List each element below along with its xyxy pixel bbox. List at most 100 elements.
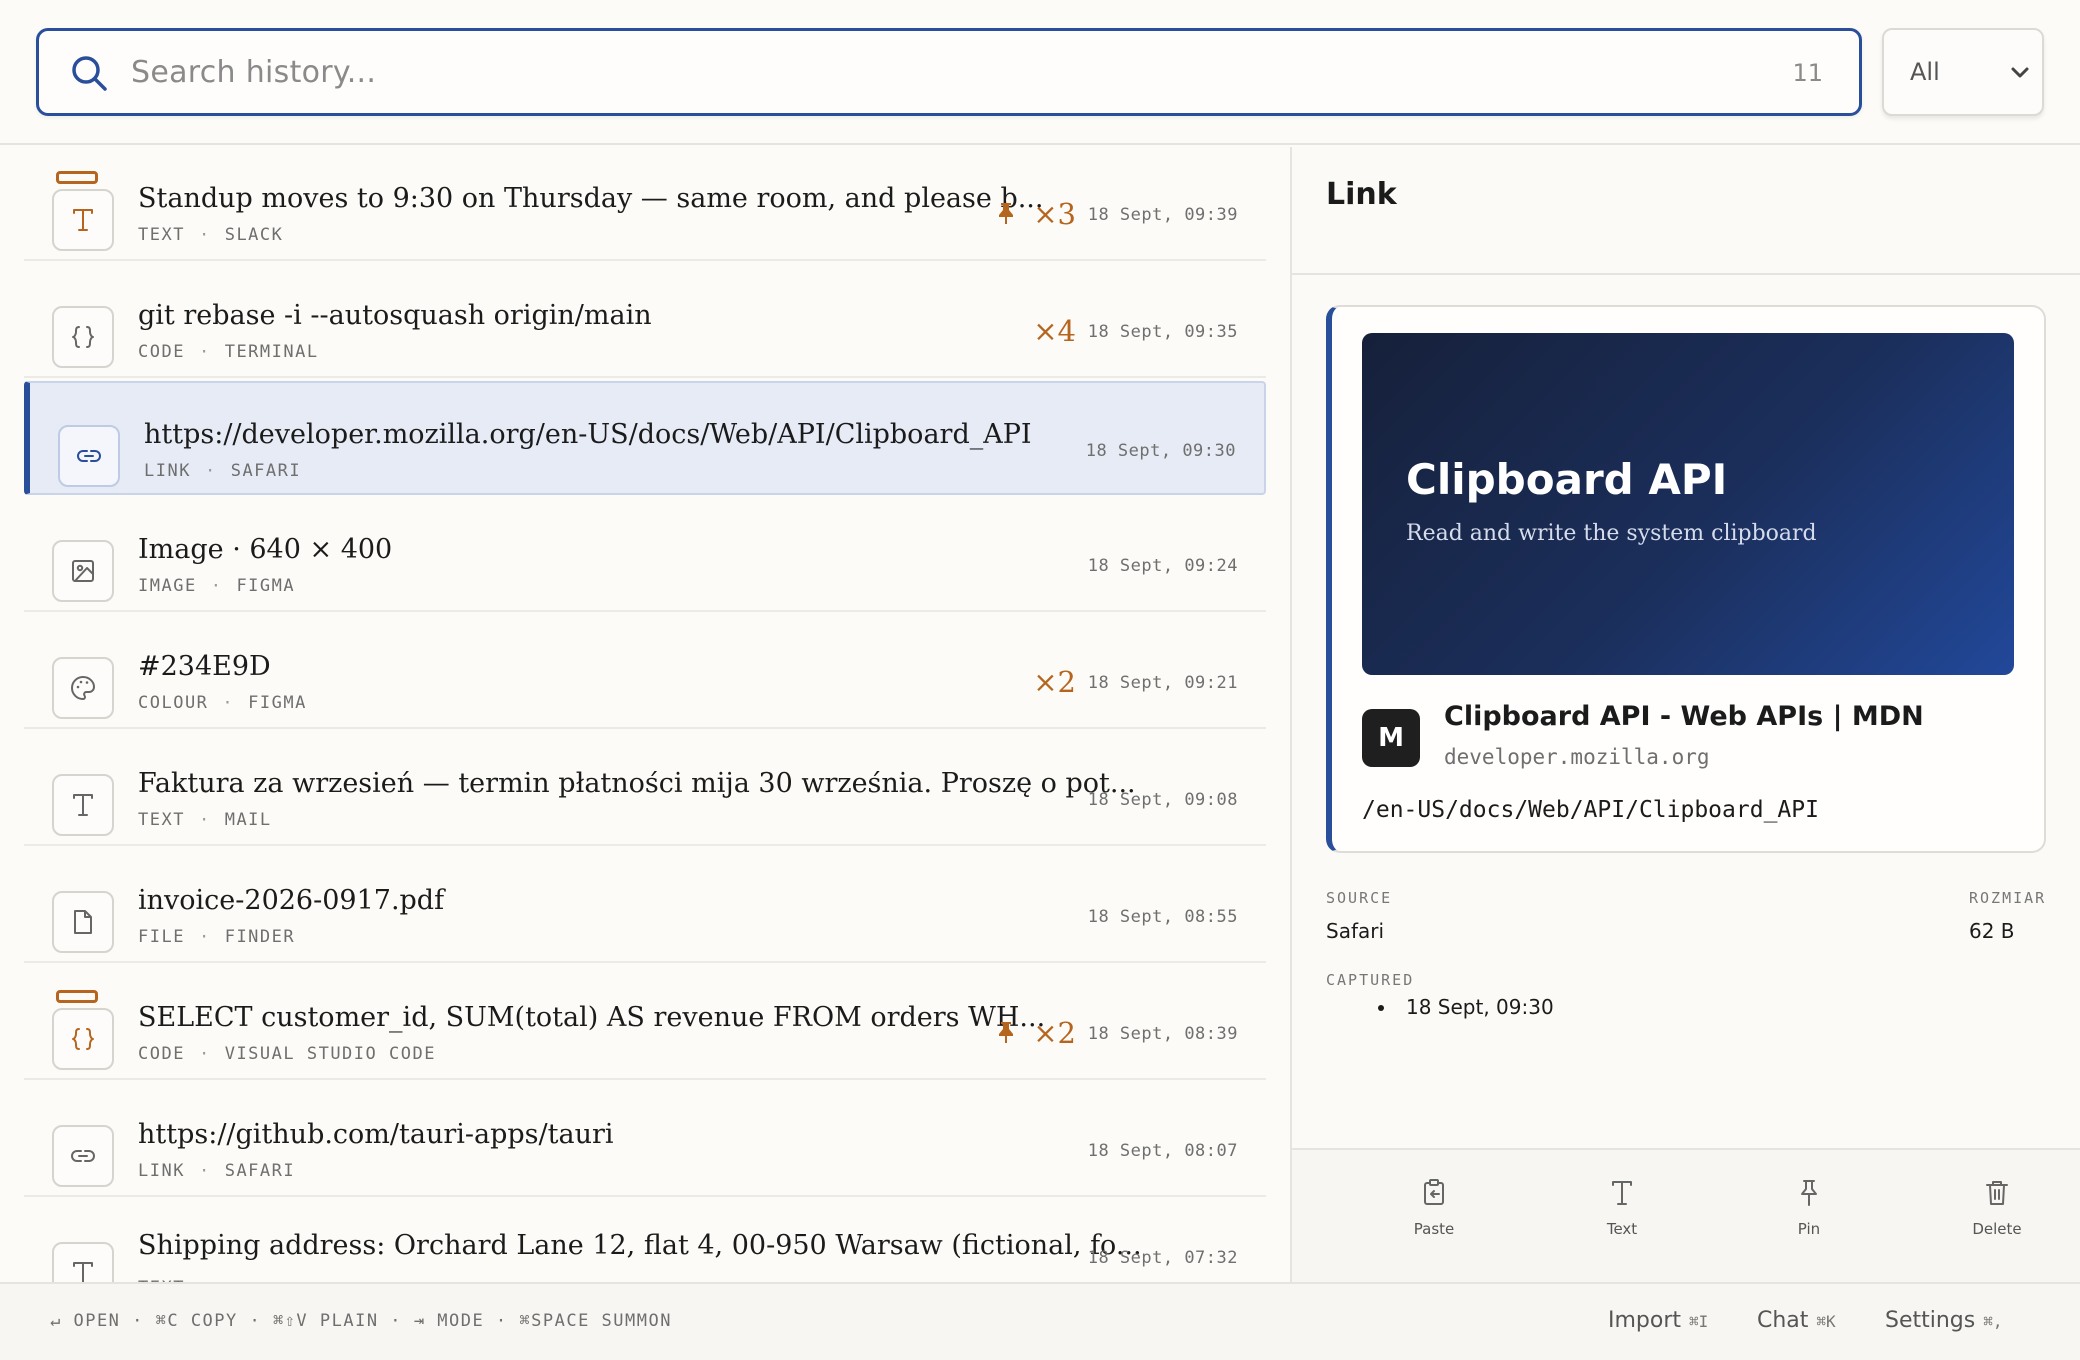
chat-button[interactable]: Chat ⌘K [1757, 1308, 1836, 1333]
pin-icon [999, 1022, 1013, 1043]
delete-button[interactable]: Delete [1937, 1178, 2057, 1258]
size-label: ROZMIAR [1969, 889, 2047, 907]
copy-count-badge: ×2 [1033, 665, 1076, 699]
item-timestamp: 18 Sept, 09:21 [1087, 673, 1238, 693]
item-meta: IMAGE · FIGMA [138, 576, 295, 596]
item-title: SELECT customer_id, SUM(total) AS revenu… [138, 1002, 1046, 1033]
history-list: Standup moves to 9:30 on Thursday — same… [0, 147, 1290, 1282]
link-icon [58, 425, 120, 487]
favicon-icon: M [1362, 709, 1420, 767]
image-icon [52, 540, 114, 602]
item-title: https://github.com/tauri-apps/tauri [138, 1119, 614, 1150]
item-timestamp: 18 Sept, 08:07 [1087, 1141, 1238, 1161]
delete-label: Delete [1972, 1220, 2022, 1238]
type-filter-select[interactable]: All [1882, 28, 2044, 116]
item-timestamp: 18 Sept, 09:08 [1087, 790, 1238, 810]
copy-count-badge: ×3 [1033, 197, 1076, 231]
item-source: SAFARI [230, 461, 302, 481]
pinned-marker [56, 990, 98, 1003]
item-title: #234E9D [138, 651, 271, 682]
settings-button[interactable]: Settings ⌘, [1885, 1308, 2003, 1333]
chat-label: Chat [1757, 1308, 1809, 1333]
item-source: SLACK [224, 225, 284, 245]
item-timestamp: 18 Sept, 08:55 [1087, 907, 1238, 927]
as-text-button[interactable]: Text [1562, 1178, 1682, 1258]
history-item[interactable]: invoice-2026-0917.pdf FILE · FINDER 18 Sept,… [24, 849, 1266, 963]
text-label: Text [1606, 1220, 1638, 1238]
item-source: VISUAL STUDIO CODE [224, 1044, 436, 1064]
paste-icon [1424, 1179, 1444, 1205]
history-item[interactable]: Faktura za wrzesień — termin płatności m… [24, 732, 1266, 846]
history-item[interactable]: https://github.com/tauri-apps/tauri LINK ·… [24, 1083, 1266, 1197]
link-preview-card[interactable]: Clipboard API Read and write the system … [1326, 305, 2046, 853]
site-domain: developer.mozilla.org [1444, 745, 1710, 769]
search-box[interactable]: Search history... 11 [36, 28, 1862, 116]
item-timestamp: 18 Sept, 09:30 [1085, 441, 1236, 461]
palette-icon [52, 657, 114, 719]
top-bar: Search history... 11 All [0, 0, 2080, 145]
source-label: SOURCE [1326, 889, 1393, 907]
item-meta: FILE · FINDER [138, 927, 295, 947]
item-meta: COLOUR · FIGMA [138, 693, 307, 713]
history-item[interactable]: Image · 640 × 400 IMAGE · FIGMA 18 Sept, 09:… [24, 498, 1266, 612]
paste-button[interactable]: Paste [1374, 1178, 1494, 1258]
filter-value: All [1910, 58, 1940, 86]
settings-label: Settings [1885, 1308, 1976, 1333]
item-meta: CODE · VISUAL STUDIO CODE [138, 1044, 436, 1064]
history-item[interactable]: #234E9D COLOUR · FIGMA ×2 18 Sept, 09:21 [24, 615, 1266, 729]
pin-icon [1801, 1180, 1817, 1206]
item-title: https://developer.mozilla.org/en-US/docs… [144, 419, 1032, 450]
item-type: TEXT [138, 810, 185, 830]
item-source: TERMINAL [224, 342, 319, 362]
search-icon [72, 56, 107, 91]
item-timestamp: 18 Sept, 09:39 [1087, 205, 1238, 225]
file-icon [52, 891, 114, 953]
item-title: Standup moves to 9:30 on Thursday — same… [138, 183, 1044, 214]
pin-icon [999, 203, 1013, 224]
site-title: Clipboard API - Web APIs | MDN [1444, 701, 1924, 732]
item-title: Shipping address: Orchard Lane 12, flat … [138, 1230, 1142, 1261]
meta-separator: · [198, 225, 211, 245]
captured-value: 18 Sept, 09:30 [1378, 995, 1554, 1019]
item-type: COLOUR [138, 693, 209, 713]
action-bar: Paste Text Pin Delete [1292, 1148, 2080, 1282]
meta-separator: · [198, 1161, 211, 1181]
history-item[interactable]: SELECT customer_id, SUM(total) AS revenu… [24, 966, 1266, 1080]
meta-separator: · [210, 576, 223, 596]
link-icon [52, 1125, 114, 1187]
pin-button[interactable]: Pin [1749, 1178, 1869, 1258]
site-info: M Clipboard API - Web APIs | MDN develop… [1362, 699, 2022, 779]
item-title: invoice-2026-0917.pdf [138, 885, 445, 916]
item-meta: LINK · SAFARI [144, 461, 301, 481]
meta-separator: · [198, 342, 211, 362]
text-icon [52, 189, 114, 251]
text-icon [52, 774, 114, 836]
item-meta: CODE · TERMINAL [138, 342, 319, 362]
preview-subtitle: Read and write the system clipboard [1406, 521, 1817, 546]
pin-label: Pin [1797, 1220, 1821, 1238]
item-meta: LINK · SAFARI [138, 1161, 295, 1181]
settings-shortcut: ⌘, [1983, 1312, 2003, 1331]
meta-separator: · [198, 810, 211, 830]
trash-icon [1986, 1181, 2008, 1205]
paste-label: Paste [1413, 1220, 1455, 1238]
history-item[interactable]: Standup moves to 9:30 on Thursday — same… [24, 147, 1266, 261]
item-type: CODE [138, 342, 185, 362]
item-type: LINK [144, 461, 191, 481]
history-item[interactable]: Shipping address: Orchard Lane 12, flat … [24, 1200, 1266, 1282]
text-icon [52, 1242, 114, 1282]
import-shortcut: ⌘I [1689, 1312, 1709, 1331]
item-source: SAFARI [224, 1161, 296, 1181]
item-title: Faktura za wrzesień — termin płatności m… [138, 768, 1136, 799]
meta-separator: · [198, 927, 211, 947]
item-timestamp: 18 Sept, 08:39 [1087, 1024, 1238, 1044]
import-label: Import [1608, 1308, 1682, 1333]
item-source: MAIL [224, 810, 272, 830]
item-title: git rebase -i --autosquash origin/main [138, 300, 652, 331]
search-input[interactable]: Search history... [131, 55, 376, 90]
import-button[interactable]: Import ⌘I [1608, 1308, 1708, 1333]
size-value: 62 B [1969, 919, 2015, 943]
url-path: /en-US/docs/Web/API/Clipboard_API [1362, 797, 1819, 823]
history-item[interactable]: https://developer.mozilla.org/en-US/docs… [24, 381, 1266, 495]
history-item[interactable]: git rebase -i --autosquash origin/main CO… [24, 264, 1266, 378]
